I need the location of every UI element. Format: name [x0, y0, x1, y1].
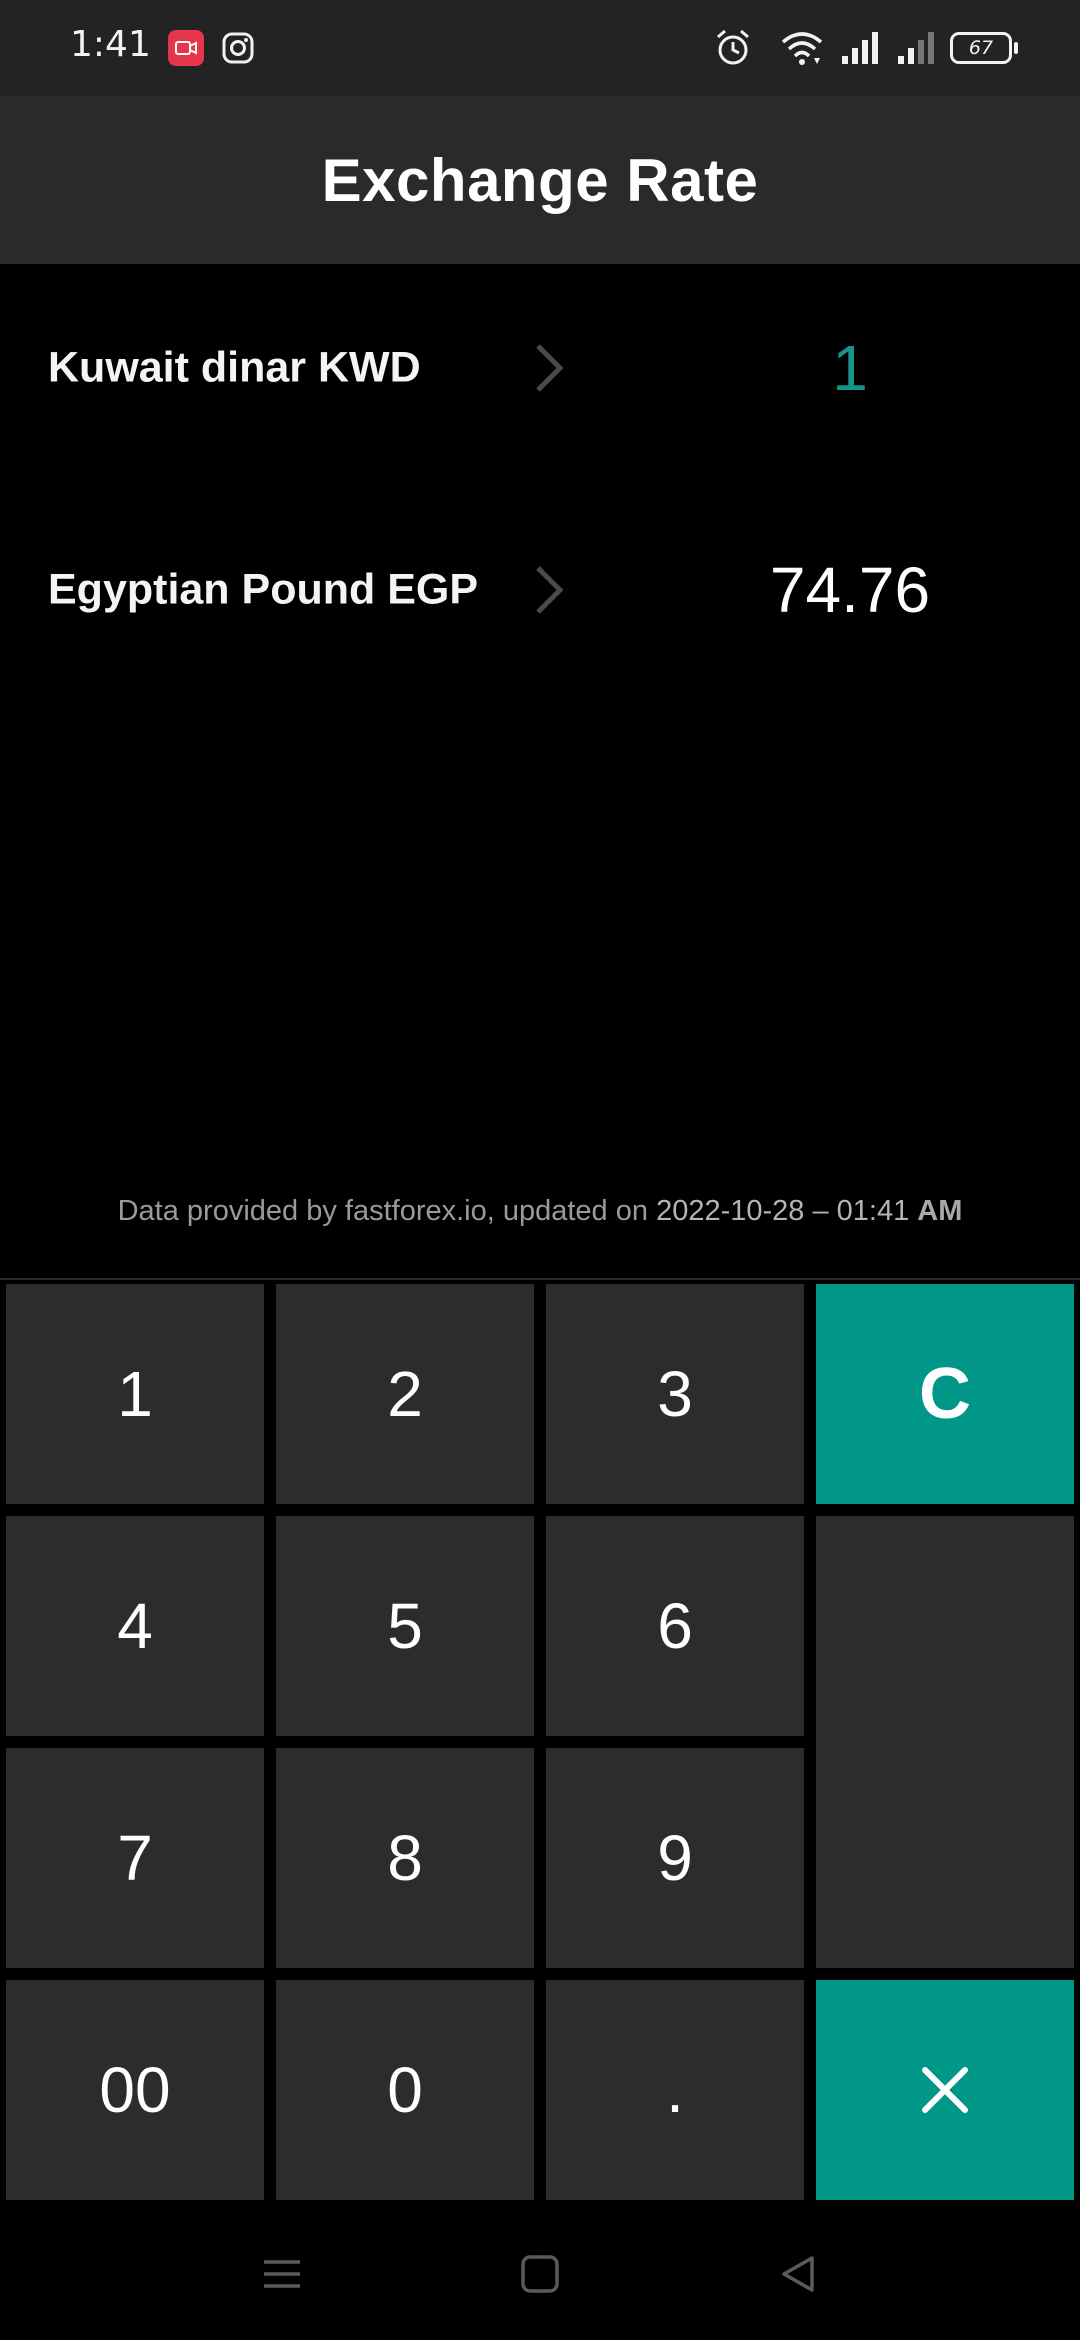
chevron-right-icon[interactable]	[530, 560, 570, 620]
alarm-icon	[714, 28, 752, 72]
app-bar: Exchange Rate	[0, 96, 1080, 264]
key-0[interactable]: 0	[276, 1980, 534, 2200]
battery-level: 67	[968, 37, 994, 59]
back-icon[interactable]	[768, 2244, 828, 2304]
key-1[interactable]: 1	[6, 1284, 264, 1504]
currency-row-to[interactable]: Egyptian Pound EGP 74.76	[0, 525, 1080, 655]
page-title: Exchange Rate	[321, 146, 759, 214]
home-icon[interactable]	[510, 2244, 570, 2304]
clear-button[interactable]: C	[816, 1284, 1074, 1504]
chevron-right-icon[interactable]	[530, 338, 570, 398]
battery-tip	[1014, 42, 1018, 54]
close-icon	[922, 2067, 968, 2113]
data-note-date: 2022-10-28 – 01:41	[656, 1195, 910, 1227]
data-provider-note: Data provided by fastforex.io, updated o…	[0, 1195, 1080, 1228]
key-dot[interactable]: .	[546, 1980, 804, 2200]
signal-icon-2	[896, 28, 938, 72]
key-00[interactable]: 00	[6, 1980, 264, 2200]
navigation-bar	[0, 2204, 1080, 2340]
status-time: 1:41	[70, 24, 151, 65]
battery-icon: 67	[950, 32, 1012, 64]
key-3[interactable]: 3	[546, 1284, 804, 1504]
key-7[interactable]: 7	[6, 1748, 264, 1968]
signal-icon	[840, 28, 882, 72]
key-4[interactable]: 4	[6, 1516, 264, 1736]
key-2[interactable]: 2	[276, 1284, 534, 1504]
key-8[interactable]: 8	[276, 1748, 534, 1968]
key-5[interactable]: 5	[276, 1516, 534, 1736]
key-6[interactable]: 6	[546, 1516, 804, 1736]
menu-icon[interactable]	[252, 2244, 312, 2304]
key-9[interactable]: 9	[546, 1748, 804, 1968]
instagram-icon	[220, 30, 256, 66]
key-blank	[816, 1516, 1074, 1968]
keypad: 1 2 3 C 4 5 6 7 8 9 00 0 .	[0, 1282, 1080, 2204]
data-note-ampm: AM	[917, 1195, 963, 1227]
backspace-button[interactable]	[816, 1980, 1074, 2200]
currency-value-from[interactable]: 1	[660, 331, 1040, 405]
currency-name-from[interactable]: Kuwait dinar KWD	[48, 344, 421, 393]
currency-value-to[interactable]: 74.76	[660, 553, 1040, 627]
screen-record-icon	[168, 30, 204, 66]
divider	[0, 1278, 1080, 1280]
data-note-prefix: Data provided by fastforex.io, updated o…	[117, 1195, 648, 1227]
wifi-icon	[780, 28, 824, 72]
currency-row-from[interactable]: Kuwait dinar KWD 1	[0, 303, 1080, 433]
status-bar: 1:41 67	[0, 0, 1080, 96]
currency-name-to[interactable]: Egyptian Pound EGP	[48, 566, 478, 615]
